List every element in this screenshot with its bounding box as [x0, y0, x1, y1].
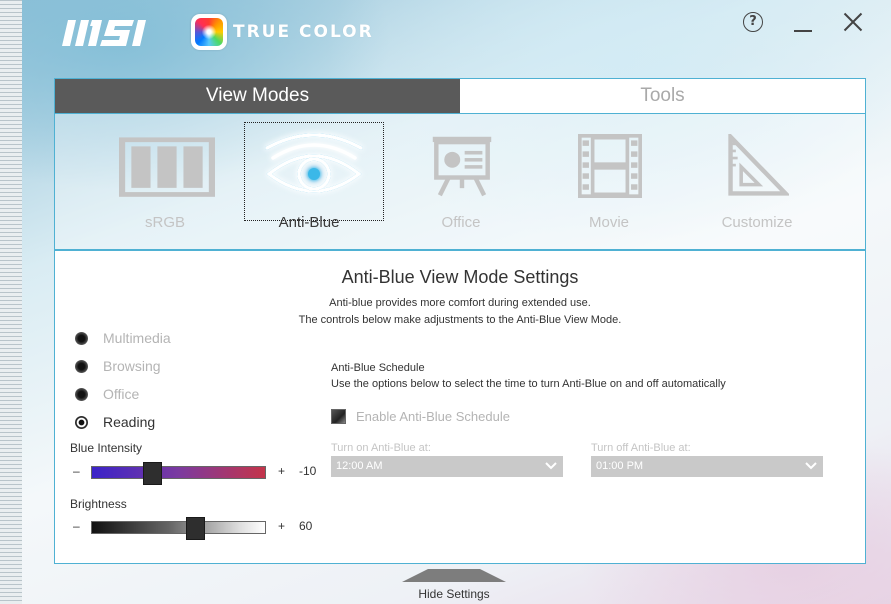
turn-on-time-value: 12:00 AM [336, 460, 383, 472]
brightness-slider: – + 60 [73, 517, 323, 540]
preset-label: Multimedia [103, 330, 171, 346]
ruler-triangle-icon [728, 134, 789, 196]
mode-office[interactable]: Office [391, 114, 531, 248]
schedule-description: Use the options below to select the time… [331, 378, 726, 390]
brightness-value: 60 [299, 519, 313, 533]
brightness-label: Brightness [70, 497, 127, 511]
blue-intensity-track[interactable] [91, 462, 266, 485]
mode-label-customize: Customize [721, 214, 793, 231]
tab-view-modes[interactable]: View Modes [55, 79, 460, 113]
increase-icon[interactable]: + [278, 519, 285, 533]
preset-label: Office [103, 386, 140, 402]
close-button[interactable] [843, 12, 863, 32]
increase-icon[interactable]: + [278, 464, 285, 478]
turn-off-label: Turn off Anti-Blue at: [591, 442, 691, 454]
turn-on-label: Turn on Anti-Blue at: [331, 442, 431, 454]
mode-label-office: Office [441, 214, 481, 231]
mode-anti-blue[interactable]: Anti-Blue [239, 114, 384, 248]
radio-button[interactable] [75, 415, 88, 429]
decrease-icon[interactable]: – [73, 519, 80, 533]
blue-intensity-label: Blue Intensity [70, 441, 143, 455]
preset-reading[interactable]: Reading [75, 412, 155, 432]
turn-on-time-select[interactable]: 12:00 AM [331, 456, 563, 477]
preset-label: Browsing [103, 358, 161, 374]
eye-icon [265, 133, 363, 193]
enable-schedule-checkbox-row[interactable]: Enable Anti-Blue Schedule [331, 409, 510, 424]
settings-description-2: The controls below make adjustments to t… [298, 314, 622, 326]
preset-office[interactable]: Office [75, 384, 139, 404]
tab-bar: View Modes Tools [54, 78, 866, 114]
mode-label-srgb: sRGB [144, 214, 185, 231]
presentation-icon [432, 136, 492, 197]
srgb-icon [119, 137, 215, 197]
radio-button[interactable] [75, 331, 88, 345]
decrease-icon[interactable]: – [73, 464, 80, 478]
slider-thumb[interactable] [143, 462, 162, 485]
view-modes-strip: sRGB Anti-Blue Office Movie Customize [54, 114, 866, 250]
blue-intensity-slider: – + -10 [73, 462, 323, 485]
mode-customize[interactable]: Customize [687, 114, 827, 248]
preset-multimedia[interactable]: Multimedia [75, 328, 171, 348]
enable-schedule-checkbox[interactable] [331, 409, 346, 424]
blue-intensity-value: -10 [299, 464, 317, 478]
app-title: TRUE COLOR [233, 22, 374, 42]
hide-settings-button[interactable]: Hide Settings [380, 587, 528, 601]
settings-panel: Anti-Blue View Mode Settings Anti-blue p… [54, 250, 866, 564]
slider-thumb[interactable] [186, 517, 205, 540]
mode-label-movie: Movie [588, 214, 629, 231]
msi-logo [62, 20, 146, 46]
tab-tools[interactable]: Tools [460, 79, 865, 113]
help-button[interactable]: ? [743, 12, 763, 32]
mode-label-anti-blue: Anti-Blue [278, 214, 340, 231]
enable-schedule-label: Enable Anti-Blue Schedule [356, 409, 510, 424]
mode-movie[interactable]: Movie [539, 114, 679, 248]
film-icon [578, 134, 642, 198]
minimize-button[interactable] [794, 30, 812, 32]
mode-srgb[interactable]: sRGB [95, 114, 235, 248]
preset-label: Reading [103, 414, 156, 430]
settings-title: Anti-Blue View Mode Settings [341, 267, 579, 287]
left-edge-strip [0, 0, 22, 604]
radio-button[interactable] [75, 359, 88, 373]
turn-off-time-select[interactable]: 01:00 PM [591, 456, 823, 477]
true-color-app-icon [191, 14, 227, 50]
radio-button[interactable] [75, 387, 88, 401]
brightness-track[interactable] [91, 517, 266, 540]
preset-browsing[interactable]: Browsing [75, 356, 161, 376]
schedule-title: Anti-Blue Schedule [331, 362, 425, 374]
chevron-down-icon [545, 462, 557, 470]
collapse-arrow-icon[interactable] [402, 569, 506, 583]
settings-description-1: Anti-blue provides more comfort during e… [329, 297, 591, 309]
turn-off-time-value: 01:00 PM [596, 460, 644, 472]
chevron-down-icon [805, 462, 817, 470]
